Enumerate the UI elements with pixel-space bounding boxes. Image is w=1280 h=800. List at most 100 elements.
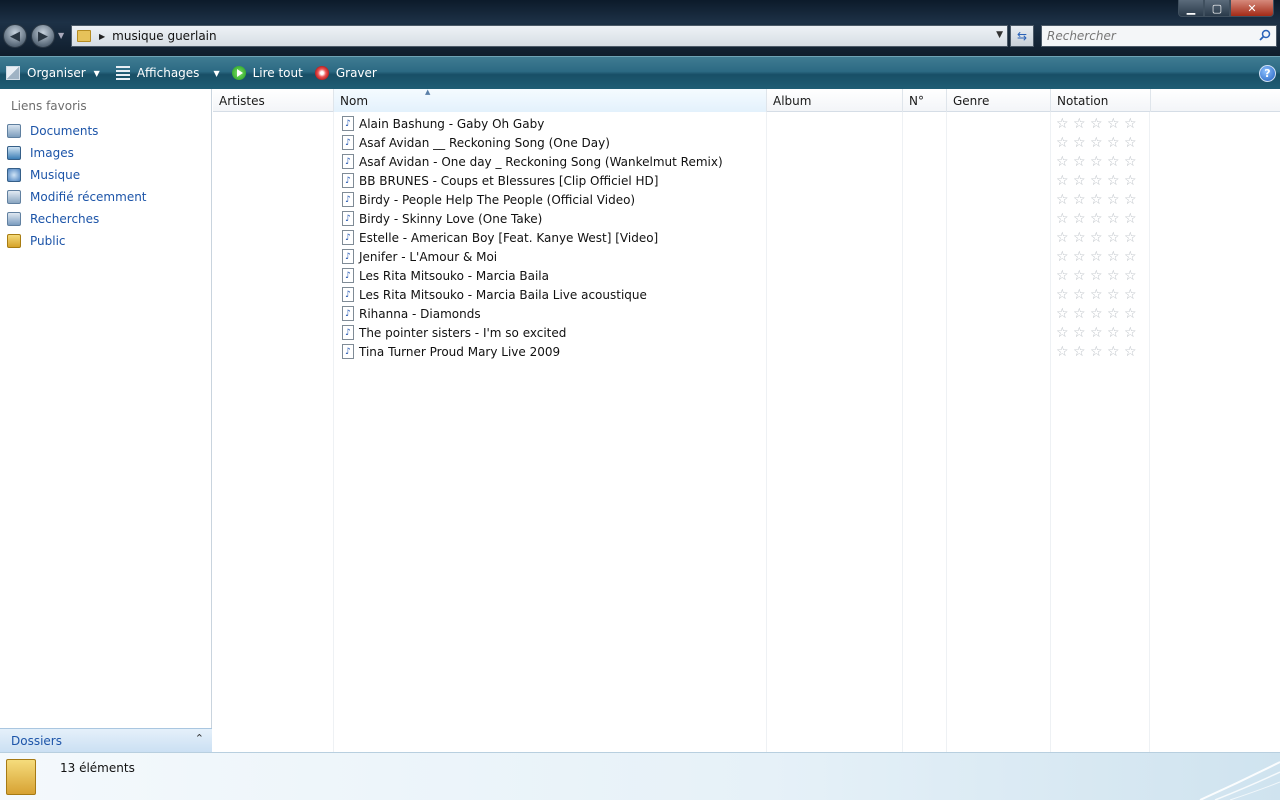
sidebar-item-public[interactable]: Public (0, 230, 211, 252)
star-icon[interactable]: ☆ (1124, 345, 1141, 359)
star-icon[interactable]: ☆ (1073, 231, 1090, 245)
star-icon[interactable]: ☆ (1124, 174, 1141, 188)
column-header-rating[interactable]: Notation (1051, 89, 1151, 112)
breadcrumb-current-folder[interactable]: musique guerlain (112, 29, 216, 43)
star-icon[interactable]: ☆ (1124, 117, 1141, 131)
star-icon[interactable]: ☆ (1073, 136, 1090, 150)
star-icon[interactable]: ☆ (1056, 155, 1073, 169)
star-icon[interactable]: ☆ (1073, 269, 1090, 283)
rating-stars[interactable]: ☆ ☆ ☆ ☆ ☆ (1056, 209, 1141, 228)
star-icon[interactable]: ☆ (1107, 326, 1124, 340)
rating-stars[interactable]: ☆ ☆ ☆ ☆ ☆ (1056, 266, 1141, 285)
file-row[interactable]: ♪ Les Rita Mitsouko - Marcia Baila Live a… (342, 285, 723, 304)
star-icon[interactable]: ☆ (1090, 117, 1107, 131)
star-icon[interactable]: ☆ (1107, 155, 1124, 169)
file-row[interactable]: ♪ Estelle - American Boy [Feat. Kanye Wes… (342, 228, 723, 247)
star-icon[interactable]: ☆ (1124, 136, 1141, 150)
rating-stars[interactable]: ☆ ☆ ☆ ☆ ☆ (1056, 323, 1141, 342)
star-icon[interactable]: ☆ (1056, 117, 1073, 131)
star-icon[interactable]: ☆ (1073, 212, 1090, 226)
views-button[interactable]: Affichages ▼ (106, 57, 226, 89)
star-icon[interactable]: ☆ (1090, 288, 1107, 302)
rating-stars[interactable]: ☆ ☆ ☆ ☆ ☆ (1056, 285, 1141, 304)
star-icon[interactable]: ☆ (1090, 231, 1107, 245)
star-icon[interactable]: ☆ (1056, 307, 1073, 321)
close-button[interactable]: ✕ (1230, 0, 1274, 17)
file-row[interactable]: ♪ BB BRUNES - Coups et Blessures [Clip Of… (342, 171, 723, 190)
rating-stars[interactable]: ☆ ☆ ☆ ☆ ☆ (1056, 171, 1141, 190)
star-icon[interactable]: ☆ (1073, 117, 1090, 131)
rating-stars[interactable]: ☆ ☆ ☆ ☆ ☆ (1056, 190, 1141, 209)
forward-button[interactable]: ▶ (31, 24, 55, 48)
help-button[interactable]: ? (1259, 65, 1276, 82)
breadcrumb-chevron-icon[interactable]: ▶ (99, 32, 105, 41)
rating-stars[interactable]: ☆ ☆ ☆ ☆ ☆ (1056, 304, 1141, 323)
star-icon[interactable]: ☆ (1056, 345, 1073, 359)
star-icon[interactable]: ☆ (1107, 193, 1124, 207)
star-icon[interactable]: ☆ (1073, 326, 1090, 340)
file-row[interactable]: ♪ Asaf Avidan - One day _ Reckoning Song … (342, 152, 723, 171)
star-icon[interactable]: ☆ (1124, 155, 1141, 169)
star-icon[interactable]: ☆ (1107, 345, 1124, 359)
play-all-button[interactable]: Lire tout (226, 57, 309, 89)
file-row[interactable]: ♪ The pointer sisters - I'm so excited (342, 323, 723, 342)
sidebar-item-searches[interactable]: Recherches (0, 208, 211, 230)
file-row[interactable]: ♪ Jenifer - L'Amour & Moi (342, 247, 723, 266)
star-icon[interactable]: ☆ (1090, 174, 1107, 188)
star-icon[interactable]: ☆ (1056, 193, 1073, 207)
burn-button[interactable]: Graver (309, 57, 383, 89)
star-icon[interactable]: ☆ (1073, 307, 1090, 321)
star-icon[interactable]: ☆ (1056, 326, 1073, 340)
star-icon[interactable]: ☆ (1090, 155, 1107, 169)
star-icon[interactable]: ☆ (1056, 250, 1073, 264)
rating-stars[interactable]: ☆ ☆ ☆ ☆ ☆ (1056, 114, 1141, 133)
search-icon[interactable] (1259, 29, 1271, 41)
refresh-button[interactable]: ⇆ (1010, 25, 1034, 47)
file-row[interactable]: ♪ Alain Bashung - Gaby Oh Gaby (342, 114, 723, 133)
star-icon[interactable]: ☆ (1073, 155, 1090, 169)
star-icon[interactable]: ☆ (1090, 250, 1107, 264)
star-icon[interactable]: ☆ (1124, 212, 1141, 226)
file-row[interactable]: ♪ Asaf Avidan __ Reckoning Song (One Day) (342, 133, 723, 152)
address-bar[interactable]: ▶ musique guerlain ▼ (71, 25, 1008, 47)
maximize-button[interactable]: ▢ (1204, 0, 1230, 17)
column-header-artists[interactable]: Artistes (213, 89, 334, 112)
star-icon[interactable]: ☆ (1107, 269, 1124, 283)
search-input[interactable] (1047, 29, 1247, 43)
star-icon[interactable]: ☆ (1124, 326, 1141, 340)
star-icon[interactable]: ☆ (1124, 307, 1141, 321)
star-icon[interactable]: ☆ (1056, 269, 1073, 283)
sidebar-item-music[interactable]: Musique (0, 164, 211, 186)
organise-button[interactable]: Organiser ▼ (0, 57, 106, 89)
column-header-name[interactable]: Nom (334, 89, 767, 112)
file-row[interactable]: ♪ Birdy - People Help The People (Officia… (342, 190, 723, 209)
sidebar-item-recent[interactable]: Modifié récemment (0, 186, 211, 208)
star-icon[interactable]: ☆ (1107, 117, 1124, 131)
star-icon[interactable]: ☆ (1090, 269, 1107, 283)
star-icon[interactable]: ☆ (1124, 288, 1141, 302)
star-icon[interactable]: ☆ (1107, 250, 1124, 264)
star-icon[interactable]: ☆ (1073, 345, 1090, 359)
star-icon[interactable]: ☆ (1124, 269, 1141, 283)
column-header-number[interactable]: N° (903, 89, 947, 112)
star-icon[interactable]: ☆ (1107, 231, 1124, 245)
star-icon[interactable]: ☆ (1073, 193, 1090, 207)
file-row[interactable]: ♪ Birdy - Skinny Love (One Take) (342, 209, 723, 228)
star-icon[interactable]: ☆ (1107, 174, 1124, 188)
star-icon[interactable]: ☆ (1107, 307, 1124, 321)
star-icon[interactable]: ☆ (1073, 288, 1090, 302)
column-header-album[interactable]: Album (767, 89, 903, 112)
star-icon[interactable]: ☆ (1090, 345, 1107, 359)
star-icon[interactable]: ☆ (1056, 212, 1073, 226)
star-icon[interactable]: ☆ (1073, 174, 1090, 188)
file-row[interactable]: ♪ Tina Turner Proud Mary Live 2009 (342, 342, 723, 361)
sidebar-item-documents[interactable]: Documents (0, 120, 211, 142)
file-row[interactable]: ♪ Rihanna - Diamonds (342, 304, 723, 323)
star-icon[interactable]: ☆ (1056, 231, 1073, 245)
star-icon[interactable]: ☆ (1056, 174, 1073, 188)
rating-stars[interactable]: ☆ ☆ ☆ ☆ ☆ (1056, 152, 1141, 171)
minimize-button[interactable]: ▁ (1178, 0, 1204, 17)
sidebar-item-images[interactable]: Images (0, 142, 211, 164)
rating-stars[interactable]: ☆ ☆ ☆ ☆ ☆ (1056, 228, 1141, 247)
star-icon[interactable]: ☆ (1124, 231, 1141, 245)
